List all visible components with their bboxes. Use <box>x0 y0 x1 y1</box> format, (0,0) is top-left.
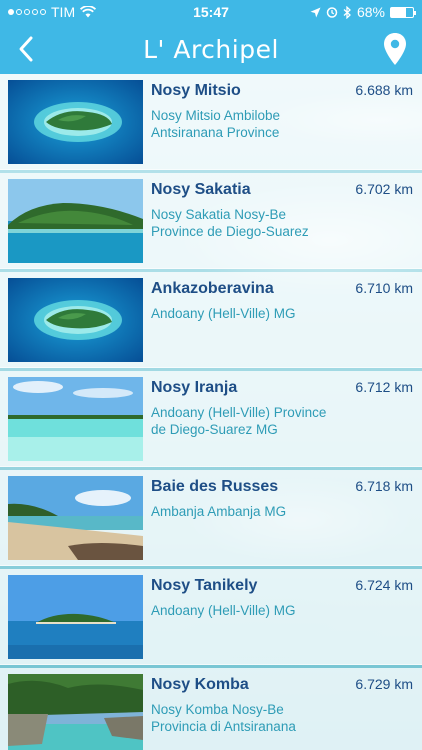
place-name: Baie des Russes <box>151 478 279 495</box>
place-row[interactable]: Ankazoberavina Andoany (Hell-Ville) MG 6… <box>0 272 422 368</box>
battery-level <box>391 7 406 17</box>
chevron-left-icon <box>19 36 33 62</box>
place-distance: 6.688 km <box>355 82 413 98</box>
place-name: Ankazoberavina <box>151 280 274 297</box>
places-list[interactable]: Nosy Mitsio Nosy Mitsio Ambilobe Antsira… <box>0 74 422 750</box>
place-name: Nosy Iranja <box>151 379 238 396</box>
place-thumbnail <box>8 179 143 263</box>
place-distance: 6.710 km <box>355 280 413 296</box>
place-name: Nosy Komba <box>151 676 249 693</box>
location-arrow-icon <box>310 7 321 17</box>
place-name: Nosy Tanikely <box>151 577 258 594</box>
place-distance: 6.702 km <box>355 181 413 197</box>
place-distance: 6.729 km <box>355 676 413 692</box>
place-address: Nosy Komba Nosy-Be Provincia di Antsiran… <box>151 702 296 734</box>
place-address: Ambanja Ambanja MG <box>151 504 287 519</box>
battery-icon <box>390 6 416 18</box>
status-right: 68% <box>310 4 416 20</box>
place-thumbnail <box>8 80 143 164</box>
place-name: Nosy Sakatia <box>151 181 251 198</box>
status-left: TIM <box>8 4 97 20</box>
place-thumbnail <box>8 674 143 750</box>
place-address: Andoany (Hell-Ville) MG <box>151 306 296 321</box>
place-row[interactable]: Nosy Iranja Andoany (Hell-Ville) Provinc… <box>0 371 422 467</box>
place-row[interactable]: Nosy Sakatia Nosy Sakatia Nosy-Be Provin… <box>0 173 422 269</box>
back-button[interactable] <box>12 34 42 64</box>
map-pin-icon <box>384 33 406 65</box>
place-address: Andoany (Hell-Ville) Province de Diego-S… <box>151 405 327 437</box>
place-distance: 6.712 km <box>355 379 413 395</box>
place-row[interactable]: Nosy Tanikely Andoany (Hell-Ville) MG 6.… <box>0 569 422 665</box>
place-thumbnail <box>8 476 143 560</box>
place-name: Nosy Mitsio <box>151 82 241 99</box>
place-thumbnail <box>8 377 143 461</box>
battery-percent: 68% <box>356 4 385 20</box>
place-row[interactable]: Nosy Mitsio Nosy Mitsio Ambilobe Antsira… <box>0 74 422 170</box>
place-distance: 6.718 km <box>355 478 413 494</box>
carrier-label: TIM <box>51 4 76 20</box>
alarm-icon <box>326 7 338 18</box>
signal-icon <box>8 9 46 15</box>
place-thumbnail <box>8 278 143 362</box>
navigation-bar: L' Archipel <box>0 24 422 74</box>
bluetooth-icon <box>343 5 351 19</box>
place-row[interactable]: Nosy Komba Nosy Komba Nosy-Be Provincia … <box>0 668 422 750</box>
place-address: Nosy Mitsio Ambilobe Antsiranana Provinc… <box>151 108 281 140</box>
place-thumbnail <box>8 575 143 659</box>
status-bar: TIM 15:47 68% <box>0 0 422 24</box>
wifi-icon <box>80 6 97 18</box>
place-address: Nosy Sakatia Nosy-Be Province de Diego-S… <box>151 207 309 239</box>
place-address: Andoany (Hell-Ville) MG <box>151 603 296 618</box>
map-button[interactable] <box>382 32 408 66</box>
place-row[interactable]: Baie des Russes Ambanja Ambanja MG 6.718… <box>0 470 422 566</box>
page-title: L' Archipel <box>143 34 279 64</box>
place-distance: 6.724 km <box>355 577 413 593</box>
